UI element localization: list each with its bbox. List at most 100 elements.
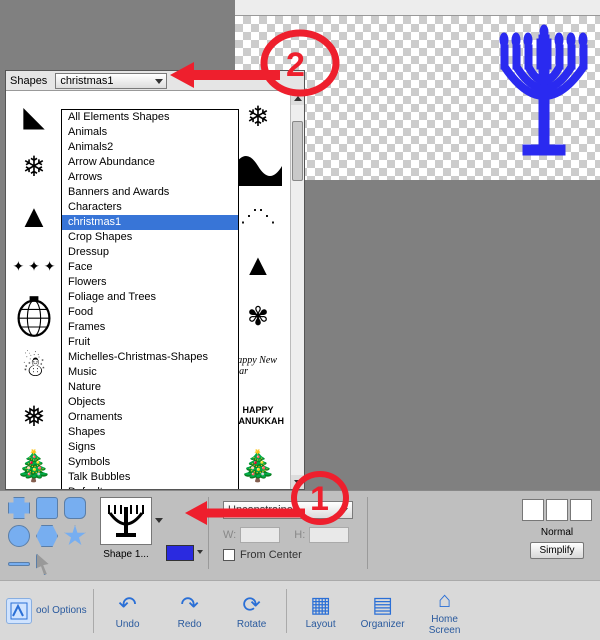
shape-category-value: christmas1 (60, 75, 113, 87)
shape-thumb[interactable]: ✦ ✦ ✦ (6, 241, 62, 291)
custom-shape-tool-icon[interactable] (8, 497, 30, 519)
tool-options-toggle[interactable]: ool Options (6, 598, 87, 624)
constraint-mode-value: Unconstrained (228, 504, 299, 516)
dropdown-option[interactable]: Animals2 (62, 140, 238, 155)
blend-mode-label: Normal (522, 527, 592, 538)
layout-button[interactable]: ▦Layout (293, 591, 349, 630)
dropdown-option[interactable]: Foliage and Trees (62, 290, 238, 305)
menorah-shape-on-canvas[interactable] (494, 16, 594, 166)
organizer-button[interactable]: ▤Organizer (355, 591, 411, 630)
dropdown-option[interactable]: Arrows (62, 170, 238, 185)
divider (286, 589, 287, 633)
shape-thumb[interactable] (6, 291, 62, 341)
dropdown-option[interactable]: Food (62, 305, 238, 320)
dropdown-option[interactable]: Banners and Awards (62, 185, 238, 200)
shape-type-picker (8, 497, 86, 575)
shape-color-swatch[interactable] (166, 545, 194, 561)
blend-swatch[interactable] (570, 499, 592, 521)
horizontal-ruler (235, 0, 600, 16)
rect-shape-tool-icon[interactable] (36, 497, 58, 519)
height-field[interactable] (309, 527, 349, 543)
scroll-down-arrow-icon[interactable] (291, 475, 304, 489)
dropdown-option[interactable]: Flowers (62, 275, 238, 290)
shape-thumb[interactable]: ☃ (6, 341, 62, 391)
simplify-button[interactable]: Simplify (530, 542, 583, 559)
redo-button[interactable]: ↷Redo (162, 591, 218, 630)
dropdown-option[interactable]: Shapes (62, 425, 238, 440)
undo-button[interactable]: ↶Undo (100, 591, 156, 630)
layout-icon: ▦ (293, 591, 349, 619)
dropdown-option[interactable]: Default (62, 485, 238, 489)
dropdown-option[interactable]: Frames (62, 320, 238, 335)
width-label: W: (223, 529, 236, 541)
star-shape-tool-icon[interactable] (64, 525, 86, 547)
shape-category-dropdown-list[interactable]: All Elements ShapesAnimalsAnimals2Arrow … (61, 109, 239, 489)
shape-thumb[interactable]: ❄ (6, 141, 62, 191)
dropdown-option[interactable]: Face (62, 260, 238, 275)
width-field[interactable] (240, 527, 280, 543)
shapes-panel-header: Shapes christmas1 (6, 71, 304, 91)
home-icon: ⌂ (417, 586, 473, 614)
dropdown-option[interactable]: Characters (62, 200, 238, 215)
line-shape-tool-icon[interactable] (8, 562, 30, 566)
height-label: H: (294, 529, 305, 541)
dropdown-option[interactable]: Symbols (62, 455, 238, 470)
shape-category-dropdown[interactable]: christmas1 (55, 73, 167, 89)
tool-options-label: ool Options (36, 605, 87, 616)
undo-icon: ↶ (100, 591, 156, 619)
redo-label: Redo (162, 619, 218, 630)
shapes-panel-body: ◣ ❄ ▲ ✦ ✦ ✦ ☃ ❅ 🎄 ❄ ⋰⋱ ▲ ✾ Happy New Yea… (6, 91, 304, 489)
blend-swatch[interactable] (546, 499, 568, 521)
home-label: Home Screen (417, 614, 473, 636)
dropdown-option[interactable]: Objects (62, 395, 238, 410)
divider (93, 589, 94, 633)
bottom-toolbar: ool Options ↶Undo ↷Redo ⟳Rotate ▦Layout … (0, 580, 600, 640)
shape-thumb[interactable]: ❅ (6, 391, 62, 441)
menorah-icon (106, 501, 146, 541)
dropdown-option[interactable]: Dressup (62, 245, 238, 260)
layout-label: Layout (293, 619, 349, 630)
shape-thumb[interactable]: ▲ (6, 191, 62, 241)
blend-swatch[interactable] (522, 499, 544, 521)
dropdown-option[interactable]: christmas1 (62, 215, 238, 230)
scroll-thumb[interactable] (292, 121, 303, 181)
organizer-icon: ▤ (355, 591, 411, 619)
divider (208, 497, 209, 569)
shapes-scrollbar[interactable] (290, 91, 304, 489)
dropdown-option[interactable]: Ornaments (62, 410, 238, 425)
redo-icon: ↷ (162, 591, 218, 619)
dropdown-option[interactable]: Michelles-Christmas-Shapes (62, 350, 238, 365)
tool-options-bar: Shape 1... Unconstrained W: H: From Cent… (0, 490, 600, 580)
shape-preview-label: Shape 1... (100, 549, 152, 560)
current-shape-preview[interactable]: Shape 1... (100, 497, 152, 560)
blend-controls: Normal Simplify (522, 497, 592, 559)
dropdown-option[interactable]: Arrow Abundance (62, 155, 238, 170)
rotate-label: Rotate (224, 619, 280, 630)
scroll-up-arrow-icon[interactable] (291, 91, 304, 105)
home-screen-button[interactable]: ⌂Home Screen (417, 586, 473, 636)
constraint-controls: Unconstrained W: H: From Center (223, 497, 353, 561)
dropdown-option[interactable]: Signs (62, 440, 238, 455)
dropdown-option[interactable]: All Elements Shapes (62, 110, 238, 125)
shape-thumb[interactable]: 🎄 (6, 441, 62, 489)
divider (367, 497, 368, 569)
dropdown-option[interactable]: Crop Shapes (62, 230, 238, 245)
roundrect-shape-tool-icon[interactable] (64, 497, 86, 519)
dropdown-option[interactable]: Talk Bubbles (62, 470, 238, 485)
shape-thumb[interactable]: ◣ (6, 91, 62, 141)
dropdown-option[interactable]: Animals (62, 125, 238, 140)
dropdown-option[interactable]: Nature (62, 380, 238, 395)
ellipse-shape-tool-icon[interactable] (8, 525, 30, 547)
rotate-button[interactable]: ⟳Rotate (224, 591, 280, 630)
from-center-label: From Center (240, 549, 302, 561)
shapes-label: Shapes (10, 75, 49, 87)
selection-tool-icon[interactable] (36, 553, 54, 575)
dropdown-option[interactable]: Music (62, 365, 238, 380)
polygon-shape-tool-icon[interactable] (36, 525, 58, 547)
dropdown-option[interactable]: Fruit (62, 335, 238, 350)
from-center-checkbox[interactable] (223, 549, 235, 561)
undo-label: Undo (100, 619, 156, 630)
constraint-mode-dropdown[interactable]: Unconstrained (223, 501, 353, 519)
rotate-icon: ⟳ (224, 591, 280, 619)
organizer-label: Organizer (355, 619, 411, 630)
